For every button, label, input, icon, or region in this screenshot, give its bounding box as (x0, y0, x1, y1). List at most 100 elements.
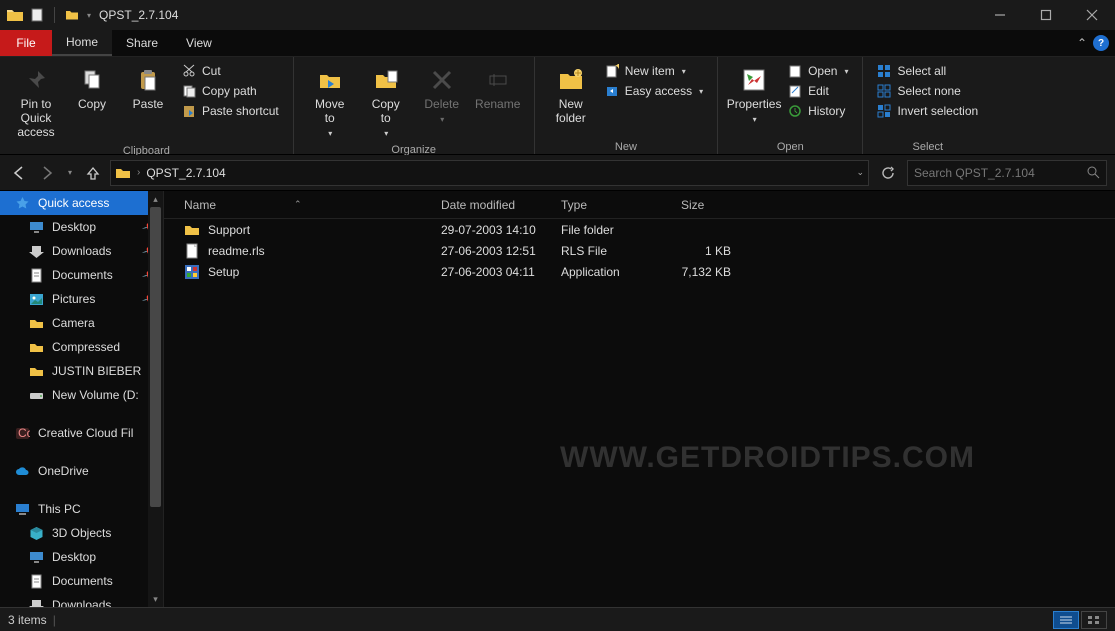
sidebar-item[interactable]: CcCreative Cloud Fil (0, 421, 163, 445)
sidebar-item[interactable]: New Volume (D: (0, 383, 163, 407)
forward-button[interactable] (36, 159, 58, 187)
file-row[interactable]: readme.rls 27-06-2003 12:51 RLS File 1 K… (164, 240, 1115, 261)
move-to-button[interactable]: Move to▾ (302, 61, 358, 142)
file-row[interactable]: Support 29-07-2003 14:10 File folder (164, 219, 1115, 240)
select-none-label: Select none (897, 84, 960, 98)
sidebar-item[interactable]: Quick access (0, 191, 163, 215)
tab-home[interactable]: Home (52, 30, 112, 56)
sidebar-item[interactable]: Downloads (0, 593, 163, 607)
sidebar-item[interactable]: Pictures📌 (0, 287, 163, 311)
sort-indicator-icon: ⌃ (294, 199, 302, 210)
tab-view[interactable]: View (172, 30, 226, 56)
folder-icon (28, 339, 44, 355)
maximize-button[interactable] (1023, 0, 1069, 30)
cut-button[interactable]: Cut (176, 61, 285, 81)
scroll-up-icon[interactable]: ▴ (148, 191, 163, 207)
sidebar-item[interactable]: 3D Objects (0, 521, 163, 545)
documents-icon (28, 573, 44, 589)
qat-folder-icon[interactable] (65, 8, 79, 22)
sidebar-item[interactable]: Documents (0, 569, 163, 593)
ribbon-group-organize: Move to▾ Copy to▾ Delete▾ Rename Organiz… (294, 57, 535, 154)
tab-file[interactable]: File (0, 30, 52, 56)
sidebar-item[interactable]: OneDrive (0, 459, 163, 483)
quick-access-toolbar (30, 7, 79, 23)
qat-dropdown[interactable]: ▾ (87, 11, 91, 20)
new-item-icon: ✦ (605, 64, 619, 78)
sidebar-item[interactable]: Desktop📌 (0, 215, 163, 239)
ribbon-collapse-icon[interactable]: ⌃ (1077, 36, 1087, 50)
folder-icon (6, 6, 24, 24)
new-folder-label: New folder (556, 98, 586, 126)
file-date: 27-06-2003 04:11 (431, 265, 551, 279)
sidebar-item-label: OneDrive (38, 464, 89, 478)
column-header-name[interactable]: Name (174, 198, 431, 212)
close-button[interactable] (1069, 0, 1115, 30)
paste-shortcut-icon (182, 104, 196, 118)
address-dropdown-icon[interactable]: ⌄ (856, 167, 864, 178)
up-button[interactable] (82, 159, 104, 187)
column-header-type[interactable]: Type (551, 198, 671, 212)
address-bar[interactable]: › QPST_2.7.104 ⌄ (110, 160, 869, 186)
rename-button[interactable]: Rename (470, 61, 526, 116)
view-details-button[interactable] (1053, 611, 1079, 629)
main-area: Quick accessDesktop📌Downloads📌Documents📌… (0, 191, 1115, 607)
properties-icon (741, 65, 767, 95)
tab-share[interactable]: Share (112, 30, 172, 56)
sidebar-item[interactable]: This PC (0, 497, 163, 521)
sidebar-item-label: Compressed (52, 340, 120, 354)
ribbon-group-open: Properties▾ Open▾ Edit History Open (718, 57, 863, 154)
address-path[interactable]: QPST_2.7.104 (146, 166, 225, 180)
easy-access-button[interactable]: Easy access▾ (599, 81, 709, 101)
sidebar-item[interactable]: Desktop (0, 545, 163, 569)
sidebar-item[interactable]: Camera (0, 311, 163, 335)
delete-button[interactable]: Delete▾ (414, 61, 470, 128)
open-button[interactable]: Open▾ (782, 61, 854, 81)
refresh-button[interactable] (875, 160, 901, 186)
select-all-button[interactable]: Select all (871, 61, 984, 81)
paste-button[interactable]: Paste (120, 61, 176, 116)
file-row[interactable]: Setup 27-06-2003 04:11 Application 7,132… (164, 261, 1115, 282)
sidebar-item[interactable]: Compressed (0, 335, 163, 359)
sidebar-item[interactable]: Downloads📌 (0, 239, 163, 263)
new-folder-button[interactable]: New folder (543, 61, 599, 130)
help-icon[interactable]: ? (1093, 35, 1109, 51)
delete-label: Delete (424, 98, 459, 112)
invert-selection-button[interactable]: Invert selection (871, 101, 984, 121)
back-button[interactable] (8, 159, 30, 187)
svg-text:✦: ✦ (614, 64, 619, 73)
ribbon-group-select: Select all Select none Invert selection … (863, 57, 992, 154)
recent-dropdown[interactable]: ▾ (64, 159, 76, 187)
pin-to-quick-access-button[interactable]: Pin to Quick access (8, 61, 64, 143)
file-icon (184, 243, 200, 259)
qat-file-icon[interactable] (30, 8, 44, 22)
history-button[interactable]: History (782, 101, 854, 121)
view-icons-button[interactable] (1081, 611, 1107, 629)
column-header-size[interactable]: Size (671, 198, 741, 212)
edit-button[interactable]: Edit (782, 81, 854, 101)
qat-separator (54, 7, 55, 23)
paste-shortcut-button[interactable]: Paste shortcut (176, 101, 285, 121)
chevron-right-icon[interactable]: › (137, 167, 140, 178)
svg-text:Cc: Cc (18, 426, 30, 440)
minimize-button[interactable] (977, 0, 1023, 30)
sidebar-scrollbar[interactable]: ▴ ▾ (148, 191, 163, 607)
edit-label: Edit (808, 84, 829, 98)
copy-to-button[interactable]: Copy to▾ (358, 61, 414, 142)
column-header-date[interactable]: Date modified (431, 198, 551, 212)
search-input[interactable]: Search QPST_2.7.104 (907, 160, 1107, 186)
copy-button[interactable]: Copy (64, 61, 120, 116)
sidebar-item[interactable]: Documents📌 (0, 263, 163, 287)
copy-path-button[interactable]: Copy path (176, 81, 285, 101)
file-type: Application (551, 265, 671, 279)
file-name: Support (208, 223, 250, 237)
sidebar-item[interactable]: JUSTIN BIEBER (0, 359, 163, 383)
properties-button[interactable]: Properties▾ (726, 61, 782, 128)
invert-selection-label: Invert selection (897, 104, 978, 118)
documents-icon (28, 267, 44, 283)
new-item-button[interactable]: ✦ New item▾ (599, 61, 709, 81)
scroll-down-icon[interactable]: ▾ (148, 591, 163, 607)
select-none-button[interactable]: Select none (871, 81, 984, 101)
sidebar-item-label: New Volume (D: (52, 388, 139, 402)
copy-label: Copy (78, 98, 106, 112)
scroll-thumb[interactable] (150, 207, 161, 507)
